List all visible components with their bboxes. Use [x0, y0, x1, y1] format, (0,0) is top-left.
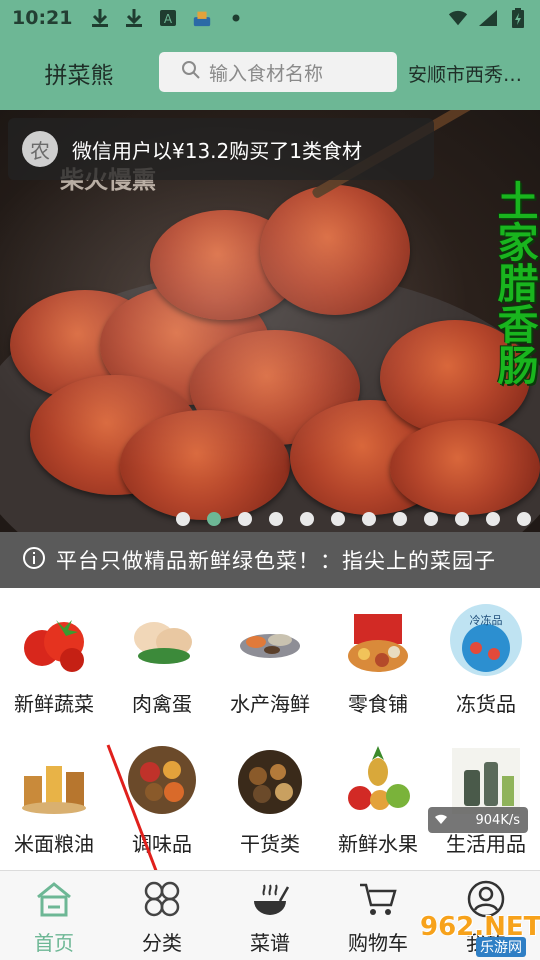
category-meat-poultry-eggs[interactable]: 肉禽蛋 [108, 588, 216, 728]
signal-icon [478, 8, 498, 28]
carousel-indicator[interactable] [176, 512, 531, 526]
category-grain-oil[interactable]: 米面粮油 [0, 728, 108, 868]
category-label: 新鲜水果 [338, 832, 418, 856]
banner-product-title: 土家腊香肠 [490, 180, 538, 385]
category-seafood[interactable]: 水产海鲜 [216, 588, 324, 728]
status-bar: 10:21 A [0, 0, 540, 36]
cart-icon [358, 879, 398, 919]
svg-text:A: A [164, 12, 173, 26]
carousel-dot[interactable] [207, 512, 221, 526]
carousel-dot[interactable] [269, 512, 283, 526]
recipe-icon [250, 879, 290, 919]
download-icon [90, 8, 110, 28]
category-label: 肉禽蛋 [132, 692, 192, 716]
download-icon [124, 8, 144, 28]
category-label: 米面粮油 [14, 832, 94, 856]
nav-category[interactable]: 分类 [108, 871, 216, 960]
info-icon [22, 546, 46, 574]
frozen-badge-text: 冷冻品 [470, 613, 503, 627]
carousel-dot[interactable] [331, 512, 345, 526]
search-input[interactable]: 输入食材名称 [159, 52, 397, 92]
carousel-dot[interactable] [176, 512, 190, 526]
dried-goods-icon [232, 742, 308, 818]
nav-recipe[interactable]: 菜谱 [216, 871, 324, 960]
snack-icon [340, 602, 416, 678]
dot-indicator-icon [226, 8, 246, 28]
watermark-subtitle: 乐游网 [476, 937, 526, 957]
app-brand-title: 拼菜熊 [44, 63, 114, 89]
category-label: 干货类 [240, 832, 300, 856]
chicken-icon [124, 602, 200, 678]
app-notification-icon: A [158, 8, 178, 28]
category-label: 新鲜蔬菜 [14, 692, 94, 716]
carousel-dot[interactable] [424, 512, 438, 526]
search-icon [181, 60, 201, 84]
toast-message: 微信用户以¥13.2购买了1类食材 [72, 138, 362, 163]
nav-cart[interactable]: 购物车 [324, 871, 432, 960]
spice-icon [124, 742, 200, 818]
battery-icon [508, 8, 528, 28]
nav-label: 分类 [142, 931, 182, 955]
notice-text: 平台只做精品新鲜绿色菜！：指尖上的菜园子 [56, 549, 496, 573]
carousel-dot[interactable] [238, 512, 252, 526]
app-update-icon [192, 8, 212, 28]
category-icon [142, 879, 182, 919]
category-label: 零食铺 [348, 692, 408, 716]
category-seasoning[interactable]: 调味品 [108, 728, 216, 868]
category-label: 水产海鲜 [230, 692, 310, 716]
search-placeholder: 输入食材名称 [209, 62, 324, 85]
status-time: 10:21 [12, 7, 73, 29]
notice-bar[interactable]: 平台只做精品新鲜绿色菜！：指尖上的菜园子 [0, 532, 540, 588]
promo-banner[interactable]: 柴火慢熏 土家腊香肠 农 微信用户以¥13.2购买了1类食材 [0, 110, 540, 532]
fruit-icon [340, 742, 416, 818]
category-snacks[interactable]: 零食铺 [324, 588, 432, 728]
category-household[interactable]: 生活用品 [432, 728, 540, 868]
wifi-icon [434, 813, 448, 829]
frozen-icon: 冷冻品 [448, 602, 524, 678]
carousel-dot[interactable] [486, 512, 500, 526]
carousel-dot[interactable] [393, 512, 407, 526]
carousel-dot[interactable] [517, 512, 531, 526]
nav-label: 首页 [34, 931, 74, 955]
carousel-dot[interactable] [455, 512, 469, 526]
category-frozen[interactable]: 冷冻品 冻货品 [432, 588, 540, 728]
location-selector[interactable]: 安顺市西秀… [408, 60, 540, 87]
carousel-dot[interactable] [300, 512, 314, 526]
carousel-dot[interactable] [362, 512, 376, 526]
app-header: 拼菜熊 输入食材名称 安顺市西秀… [0, 36, 540, 110]
purchase-toast: 农 微信用户以¥13.2购买了1类食材 [8, 118, 434, 180]
nav-home[interactable]: 首页 [0, 871, 108, 960]
tomato-icon [16, 602, 92, 678]
category-dried-goods[interactable]: 干货类 [216, 728, 324, 868]
nav-label: 菜谱 [250, 931, 290, 955]
home-icon [34, 879, 74, 919]
category-label: 调味品 [132, 832, 192, 856]
grain-icon [16, 742, 92, 818]
category-fresh-vegetables[interactable]: 新鲜蔬菜 [0, 588, 108, 728]
category-fresh-fruit[interactable]: 新鲜水果 [324, 728, 432, 868]
network-speed-text: 904K/s [475, 812, 521, 828]
seafood-icon [232, 602, 308, 678]
toast-avatar: 农 [22, 131, 58, 167]
nav-label: 购物车 [348, 931, 408, 955]
category-label: 冻货品 [456, 692, 516, 716]
wifi-icon [448, 8, 468, 28]
network-speed-overlay: 904K/s [428, 807, 528, 833]
